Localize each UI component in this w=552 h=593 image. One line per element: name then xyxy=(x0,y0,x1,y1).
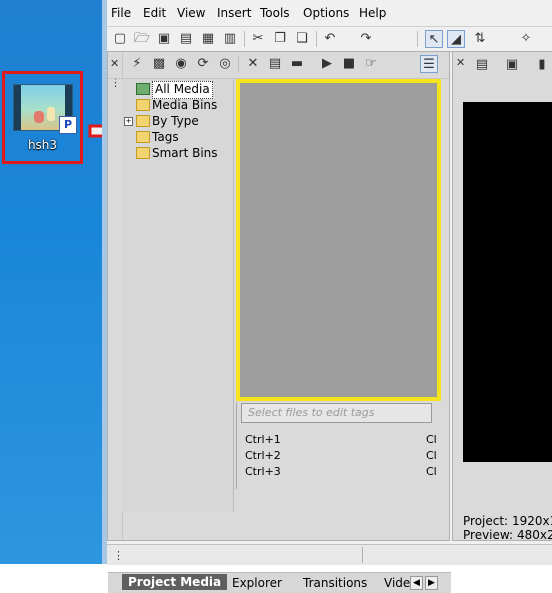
capture-icon[interactable]: ◉ xyxy=(172,55,190,73)
tab-transitions[interactable]: Transitions xyxy=(303,576,367,590)
folder-icon xyxy=(136,131,150,143)
close-icon[interactable]: ✕ xyxy=(456,56,465,69)
tag-shortcuts: Ctrl+1 Cl Ctrl+2 Cl Ctrl+3 Cl xyxy=(241,433,441,481)
snap-icon[interactable]: ⇅ xyxy=(471,30,489,48)
folder-icon xyxy=(136,115,150,127)
shortcut-value: Cl xyxy=(426,449,437,462)
media-icon xyxy=(136,83,150,95)
tab-scroll: ◀ ▶ xyxy=(410,576,440,590)
desktop-file-icon-hsh3[interactable]: P hsh3 xyxy=(2,71,83,164)
shortcut-key: Ctrl+2 xyxy=(245,449,281,462)
copy-icon[interactable]: ❐ xyxy=(271,30,289,48)
grip-icon: ⋮ xyxy=(113,549,124,562)
paste-icon[interactable]: ❑ xyxy=(293,30,311,48)
desktop-icon-label: hsh3 xyxy=(27,138,58,152)
tab-left-icon[interactable]: ◀ xyxy=(410,576,423,590)
menu-bar: File Edit View Insert Tools Options Help xyxy=(107,2,552,24)
menu-help[interactable]: Help xyxy=(359,6,386,20)
folder-icon xyxy=(136,147,150,159)
envelope-icon[interactable]: ✧ xyxy=(517,30,535,48)
undo-icon[interactable]: ↶ xyxy=(321,30,339,48)
desktop: P hsh3 xyxy=(0,0,102,564)
effects-icon[interactable]: ▬ xyxy=(288,55,306,73)
monitor-icon[interactable]: ▣ xyxy=(503,56,521,74)
tab-video-fx[interactable]: Vide xyxy=(384,576,410,590)
vegas-window: File Edit View Insert Tools Options Help… xyxy=(102,0,552,593)
open-icon[interactable]: 🗁 xyxy=(133,30,151,48)
expand-icon[interactable]: + xyxy=(124,117,133,126)
tag-input[interactable]: Select files to edit tags xyxy=(241,403,432,423)
cut-icon[interactable]: ✂ xyxy=(249,30,267,48)
tag-input-placeholder: Select files to edit tags xyxy=(248,406,375,419)
menu-edit[interactable]: Edit xyxy=(143,6,166,20)
menu-view[interactable]: View xyxy=(177,6,205,20)
tab-project-media[interactable]: Project Media xyxy=(122,574,228,590)
redo-icon[interactable]: ↷ xyxy=(357,30,375,48)
status-bar: ⋮ xyxy=(107,544,552,565)
delete-icon[interactable]: ✕ xyxy=(244,55,262,73)
menu-tools[interactable]: Tools xyxy=(260,6,290,20)
tab-explorer[interactable]: Explorer xyxy=(232,576,282,590)
menu-insert[interactable]: Insert xyxy=(217,6,251,20)
preview-label: Preview: xyxy=(463,528,514,542)
project-value: 1920x1 xyxy=(511,514,552,528)
search-media-icon[interactable]: ◎ xyxy=(216,55,234,73)
save-icon[interactable]: ▣ xyxy=(155,30,173,48)
project-label: Project: xyxy=(463,514,509,528)
import-icon[interactable]: ▩ xyxy=(150,55,168,73)
media-drop-area[interactable] xyxy=(236,79,441,401)
preview-properties-icon[interactable]: ▤ xyxy=(473,56,491,74)
panel-dock-strip: ✕ ⋮ xyxy=(108,52,123,540)
preview-value: 480x27 xyxy=(516,528,552,542)
play-icon[interactable]: ▶ xyxy=(318,55,336,73)
shortcut-key: Ctrl+1 xyxy=(245,433,281,446)
tab-right-icon[interactable]: ▶ xyxy=(425,576,438,590)
media-toolbar: ⚡ ▩ ◉ ⟳ ◎ ✕ ▤ ▬ ▶ ■ ☞ ☰ xyxy=(108,52,449,79)
autopreview-icon[interactable]: ☞ xyxy=(362,55,380,73)
save-as-icon[interactable]: ▤ xyxy=(177,30,195,48)
shortcut-row: Ctrl+3 Cl xyxy=(241,465,441,481)
shortcut-value: Cl xyxy=(426,433,437,446)
select-icon[interactable]: ◢ xyxy=(447,30,465,48)
shortcut-row: Ctrl+1 Cl xyxy=(241,433,441,449)
window-tabs: Project Media Explorer Transitions Vide … xyxy=(108,572,451,593)
refresh-icon[interactable]: ⟳ xyxy=(194,55,212,73)
project-media-panel: ✕ ⋮ ⚡ ▩ ◉ ⟳ ◎ ✕ ▤ ▬ ▶ ■ ☞ ☰ All Media Me… xyxy=(107,51,451,593)
highlight-box xyxy=(236,79,441,401)
new-icon[interactable]: ▢ xyxy=(111,30,129,48)
render-icon[interactable]: ▦ xyxy=(199,30,217,48)
menu-file[interactable]: File xyxy=(111,6,131,20)
preview-screen xyxy=(463,102,552,462)
menu-options[interactable]: Options xyxy=(303,6,349,20)
cursor-icon[interactable]: ↖ xyxy=(425,30,443,48)
stop-icon[interactable]: ■ xyxy=(340,55,358,73)
media-tree: All Media Media Bins + By Type Tags Smar… xyxy=(122,79,234,512)
project-badge-icon: P xyxy=(59,116,77,134)
media-properties-icon[interactable]: ▤ xyxy=(266,55,284,73)
shortcut-value: Cl xyxy=(426,465,437,478)
folder-icon xyxy=(136,99,150,111)
main-toolbar: ▢ 🗁 ▣ ▤ ▦ ▥ ✂ ❐ ❑ ↶ ↷ ↖ ◢ ⇅ ✧ xyxy=(107,26,552,52)
video-preview-panel: ✕ ▤ ▣ ▮ Project: 1920x1 Preview: 480x27 xyxy=(452,51,552,542)
properties-icon[interactable]: ▥ xyxy=(221,30,239,48)
preview-info: Project: 1920x1 Preview: 480x27 xyxy=(463,514,552,542)
shortcut-row: Ctrl+2 Cl xyxy=(241,449,441,465)
lightning-icon[interactable]: ⚡ xyxy=(128,55,146,73)
shortcut-key: Ctrl+3 xyxy=(245,465,281,478)
split-icon[interactable]: ▮ xyxy=(533,56,551,74)
view-icon[interactable]: ☰ xyxy=(420,55,438,73)
